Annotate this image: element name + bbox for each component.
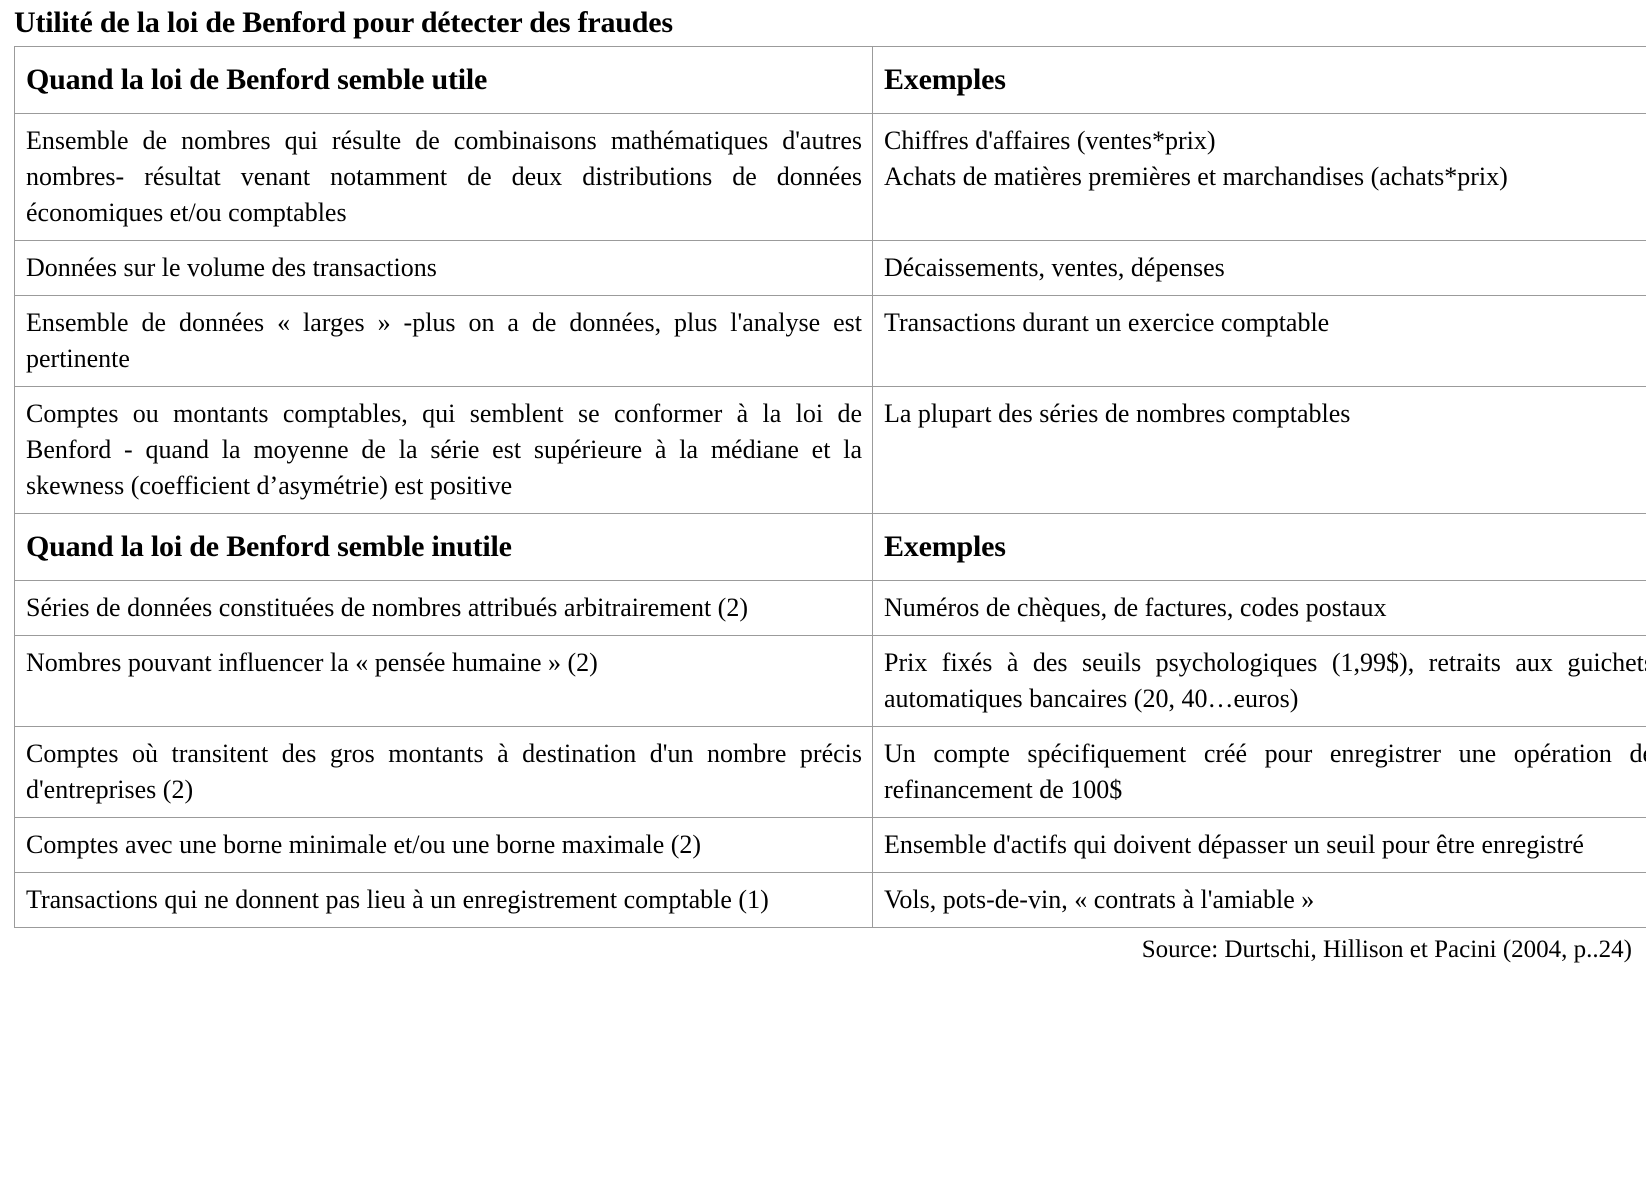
example-line: Décaissements, ventes, dépenses bbox=[884, 253, 1225, 282]
table-row: Comptes ou montants comptables, qui semb… bbox=[14, 386, 1646, 514]
examples-cell: Vols, pots-de-vin, « contrats à l'amiabl… bbox=[872, 872, 1646, 928]
section-header-examples-useful: Exemples bbox=[872, 46, 1646, 114]
table-row: Données sur le volume des transactions D… bbox=[14, 240, 1646, 296]
examples-cell: Un compte spécifiquement créé pour enreg… bbox=[872, 726, 1646, 818]
section-header-examples-useless: Exemples bbox=[872, 513, 1646, 581]
example-line: La plupart des séries de nombres comptab… bbox=[884, 399, 1351, 428]
criteria-cell: Comptes ou montants comptables, qui semb… bbox=[14, 386, 873, 514]
example-line: Chiffres d'affaires (ventes*prix) bbox=[884, 126, 1216, 155]
table-row: Séries de données constituées de nombres… bbox=[14, 580, 1646, 636]
criteria-cell: Nombres pouvant influencer la « pensée h… bbox=[14, 635, 873, 727]
examples-cell: Décaissements, ventes, dépenses bbox=[872, 240, 1646, 296]
source-note: Source: Durtschi, Hillison et Pacini (20… bbox=[1141, 936, 1632, 963]
example-line: Transactions durant un exercice comptabl… bbox=[884, 308, 1330, 337]
example-line: Vols, pots-de-vin, « contrats à l'amiabl… bbox=[884, 885, 1315, 914]
criteria-cell: Comptes où transitent des gros montants … bbox=[14, 726, 873, 818]
section-header-criteria-useless: Quand la loi de Benford semble inutile bbox=[14, 513, 873, 581]
table-row: Nombres pouvant influencer la « pensée h… bbox=[14, 635, 1646, 727]
table-row: Comptes avec une borne minimale et/ou un… bbox=[14, 817, 1646, 873]
benford-usefulness-table: Quand la loi de Benford semble utile Exe… bbox=[14, 46, 1646, 928]
criteria-cell: Comptes avec une borne minimale et/ou un… bbox=[14, 817, 873, 873]
criteria-cell: Transactions qui ne donnent pas lieu à u… bbox=[14, 872, 873, 928]
page-title: Utilité de la loi de Benford pour détect… bbox=[14, 6, 673, 39]
table-row: Ensemble de nombres qui résulte de combi… bbox=[14, 113, 1646, 241]
criteria-cell: Ensemble de nombres qui résulte de combi… bbox=[14, 113, 873, 241]
criteria-cell: Ensemble de données « larges » -plus on … bbox=[14, 295, 873, 387]
examples-cell: Prix fixés à des seuils psychologiques (… bbox=[872, 635, 1646, 727]
examples-cell: Ensemble d'actifs qui doivent dépasser u… bbox=[872, 817, 1646, 873]
criteria-cell: Données sur le volume des transactions bbox=[14, 240, 873, 296]
table-row: Transactions qui ne donnent pas lieu à u… bbox=[14, 872, 1646, 928]
section-header-row: Quand la loi de Benford semble inutile E… bbox=[14, 513, 1646, 581]
examples-cell: Transactions durant un exercice comptabl… bbox=[872, 295, 1646, 387]
examples-cell: Numéros de chèques, de factures, codes p… bbox=[872, 580, 1646, 636]
table-row: Comptes où transitent des gros montants … bbox=[14, 726, 1646, 818]
table-body: Quand la loi de Benford semble utile Exe… bbox=[14, 46, 1646, 928]
examples-cell: La plupart des séries de nombres comptab… bbox=[872, 386, 1646, 514]
example-line: Numéros de chèques, de factures, codes p… bbox=[884, 593, 1387, 622]
examples-cell: Chiffres d'affaires (ventes*prix) Achats… bbox=[872, 113, 1646, 241]
section-header-criteria-useful: Quand la loi de Benford semble utile bbox=[14, 46, 873, 114]
table-row: Ensemble de données « larges » -plus on … bbox=[14, 295, 1646, 387]
source-note-wrapper: Source: Durtschi, Hillison et Pacini (20… bbox=[14, 928, 1634, 965]
section-header-row: Quand la loi de Benford semble utile Exe… bbox=[14, 46, 1646, 114]
criteria-cell: Séries de données constituées de nombres… bbox=[14, 580, 873, 636]
example-line: Achats de matières premières et marchand… bbox=[884, 162, 1508, 191]
document-page: Utilité de la loi de Benford pour détect… bbox=[0, 0, 1646, 1191]
